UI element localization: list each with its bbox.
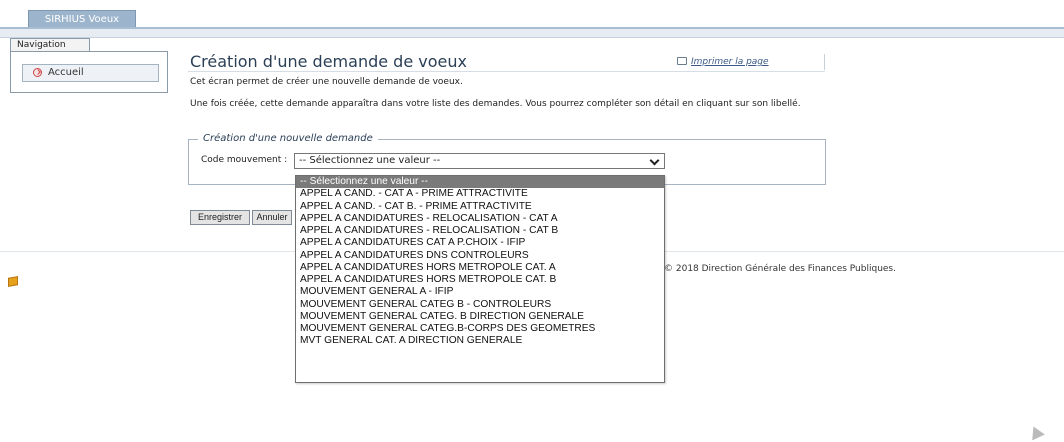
dropdown-option[interactable]: MOUVEMENT GENERAL CATEG B - CONTROLEURS	[296, 299, 664, 311]
dropdown-option[interactable]: APPEL A CANDIDATURES - RELOCALISATION - …	[296, 225, 664, 237]
print-separator	[824, 54, 825, 70]
header-band	[0, 29, 1064, 38]
dropdown-option[interactable]: -- Sélectionnez une valeur --	[296, 176, 664, 189]
code-mouvement-dropdown[interactable]: -- Sélectionnez une valeur -- APPEL A CA…	[295, 175, 665, 383]
mouse-cursor-icon	[1027, 423, 1045, 441]
box-icon	[8, 276, 18, 287]
fieldset-legend: Création d'une nouvelle demande	[198, 133, 378, 144]
dropdown-option[interactable]: APPEL A CANDIDATURES HORS METROPOLE CAT.…	[296, 262, 664, 274]
description-line-1: Cet écran permet de créer une nouvelle d…	[190, 77, 463, 87]
print-label: Imprimer la page	[691, 57, 769, 67]
app-tab[interactable]: SIRHIUS Voeux	[28, 10, 136, 28]
navigation-panel: Navigation Accueil	[10, 38, 168, 93]
navigation-tab: Navigation	[10, 38, 90, 51]
dropdown-option[interactable]: MOUVEMENT GENERAL A - IFIP	[296, 286, 664, 298]
page-title: Création d'une demande de voeux	[190, 52, 467, 71]
description-line-2: Une fois créée, cette demande apparaîtra…	[190, 99, 801, 109]
print-link[interactable]: Imprimer la page	[677, 57, 769, 67]
dropdown-option[interactable]: APPEL A CANDIDATURES DNS CONTROLEURS	[296, 250, 664, 262]
dropdown-option[interactable]: MOUVEMENT GENERAL CATEG. B DIRECTION GEN…	[296, 311, 664, 323]
save-button[interactable]: Enregistrer	[190, 210, 250, 225]
code-mouvement-select[interactable]: -- Sélectionnez une valeur --	[294, 153, 665, 169]
code-mouvement-label: Code mouvement :	[201, 155, 288, 165]
navigation-box: Accueil	[10, 51, 168, 93]
title-divider	[188, 71, 825, 72]
dropdown-option[interactable]: MOUVEMENT GENERAL CATEG.B-CORPS DES GEOM…	[296, 323, 664, 335]
dropdown-option[interactable]: APPEL A CAND. - CAT A - PRIME ATTRACTIVI…	[296, 188, 664, 200]
home-arrow-icon	[33, 68, 42, 77]
select-value: -- Sélectionnez une valeur --	[299, 155, 441, 166]
footer-copyright: © 2018 Direction Générale des Finances P…	[664, 264, 896, 274]
dropdown-option[interactable]: APPEL A CAND. - CAT B. - PRIME ATTRACTIV…	[296, 201, 664, 213]
printer-icon	[677, 57, 687, 65]
dropdown-option[interactable]: APPEL A CANDIDATURES - RELOCALISATION - …	[296, 213, 664, 225]
nav-item-accueil[interactable]: Accueil	[22, 64, 159, 82]
dropdown-option[interactable]: APPEL A CANDIDATURES CAT A P.CHOIX - IFI…	[296, 237, 664, 249]
cancel-button[interactable]: Annuler	[252, 210, 292, 225]
chevron-down-icon	[649, 155, 660, 166]
dropdown-option[interactable]: MVT GENERAL CAT. A DIRECTION GENERALE	[296, 335, 664, 347]
nav-item-label: Accueil	[48, 67, 84, 78]
top-bar: SIRHIUS Voeux	[0, 0, 1064, 38]
dropdown-option[interactable]: APPEL A CANDIDATURES HORS METROPOLE CAT.…	[296, 274, 664, 286]
